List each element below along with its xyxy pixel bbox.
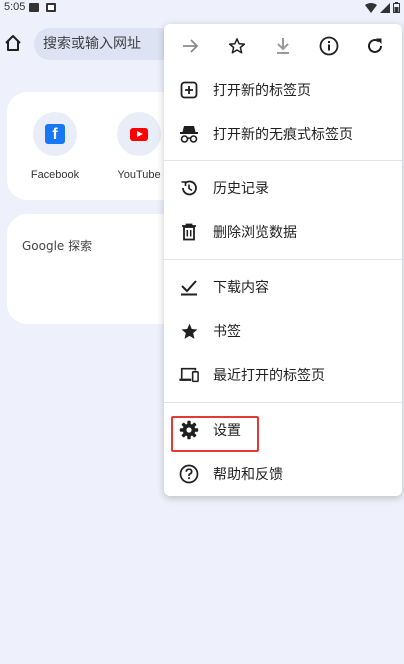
recent-tabs-icon: [179, 367, 199, 383]
omnibox-placeholder: 搜索或输入网址: [43, 36, 141, 52]
menu-item-new-tab[interactable]: 打开新的标签页: [164, 68, 402, 112]
reload-button[interactable]: [361, 32, 389, 60]
status-time: 5:05: [4, 1, 26, 13]
menu-item-label: 打开新的标签页: [213, 83, 311, 99]
wifi-icon: [365, 2, 377, 13]
history-icon: [181, 180, 197, 196]
menu-item-help-feedback[interactable]: 帮助和反馈: [164, 452, 402, 496]
notification-icon: [46, 3, 56, 12]
menu-item-history[interactable]: 历史记录: [164, 166, 402, 210]
download-page-button[interactable]: [269, 32, 297, 60]
app-menu: 打开新的标签页 打开新的无痕式标签页 历史记录 删除浏览数据 下载内容 书签 最…: [164, 24, 402, 496]
notification-icon: [29, 3, 39, 12]
menu-item-label: 下载内容: [213, 280, 269, 296]
menu-item-incognito-tab[interactable]: 打开新的无痕式标签页: [164, 112, 402, 156]
star-icon: [228, 38, 246, 54]
youtube-icon: [130, 127, 148, 141]
trash-icon: [182, 223, 196, 241]
menu-action-bar: [164, 24, 402, 68]
incognito-icon: [180, 126, 198, 143]
tile-facebook[interactable]: f Facebook: [20, 112, 90, 181]
info-icon: [319, 36, 339, 56]
settings-highlight-box: [171, 416, 259, 452]
facebook-icon: f: [45, 124, 65, 144]
signal-icon: [380, 2, 390, 13]
star-filled-icon: [181, 323, 197, 339]
menu-divider: [164, 402, 402, 403]
downloads-icon: [181, 280, 197, 296]
battery-icon: [393, 2, 400, 13]
new-tab-icon: [180, 81, 198, 99]
menu-item-bookmarks[interactable]: 书签: [164, 309, 402, 353]
menu-item-label: 最近打开的标签页: [213, 368, 325, 384]
tile-label: Facebook: [30, 169, 80, 181]
menu-item-label: 删除浏览数据: [213, 225, 297, 241]
omnibox-search-input[interactable]: 搜索或输入网址: [34, 28, 184, 60]
help-icon: [179, 464, 199, 484]
menu-item-label: 历史记录: [213, 181, 269, 197]
home-icon[interactable]: [4, 34, 22, 52]
menu-item-clear-browsing-data[interactable]: 删除浏览数据: [164, 210, 402, 254]
menu-item-label: 帮助和反馈: [213, 467, 283, 483]
download-icon: [277, 38, 289, 54]
menu-divider: [164, 259, 402, 260]
menu-item-recent-tabs[interactable]: 最近打开的标签页: [164, 353, 402, 397]
menu-divider: [164, 160, 402, 161]
forward-icon: [183, 39, 199, 53]
refresh-icon: [368, 38, 382, 53]
menu-item-label: 书签: [213, 324, 241, 340]
forward-button[interactable]: [177, 32, 205, 60]
discover-label: Google 探索: [22, 239, 93, 253]
menu-item-label: 打开新的无痕式标签页: [213, 127, 353, 143]
page-info-button[interactable]: [315, 32, 343, 60]
status-bar: 5:05: [0, 0, 404, 16]
menu-item-downloads[interactable]: 下载内容: [164, 265, 402, 309]
bookmark-button[interactable]: [223, 32, 251, 60]
